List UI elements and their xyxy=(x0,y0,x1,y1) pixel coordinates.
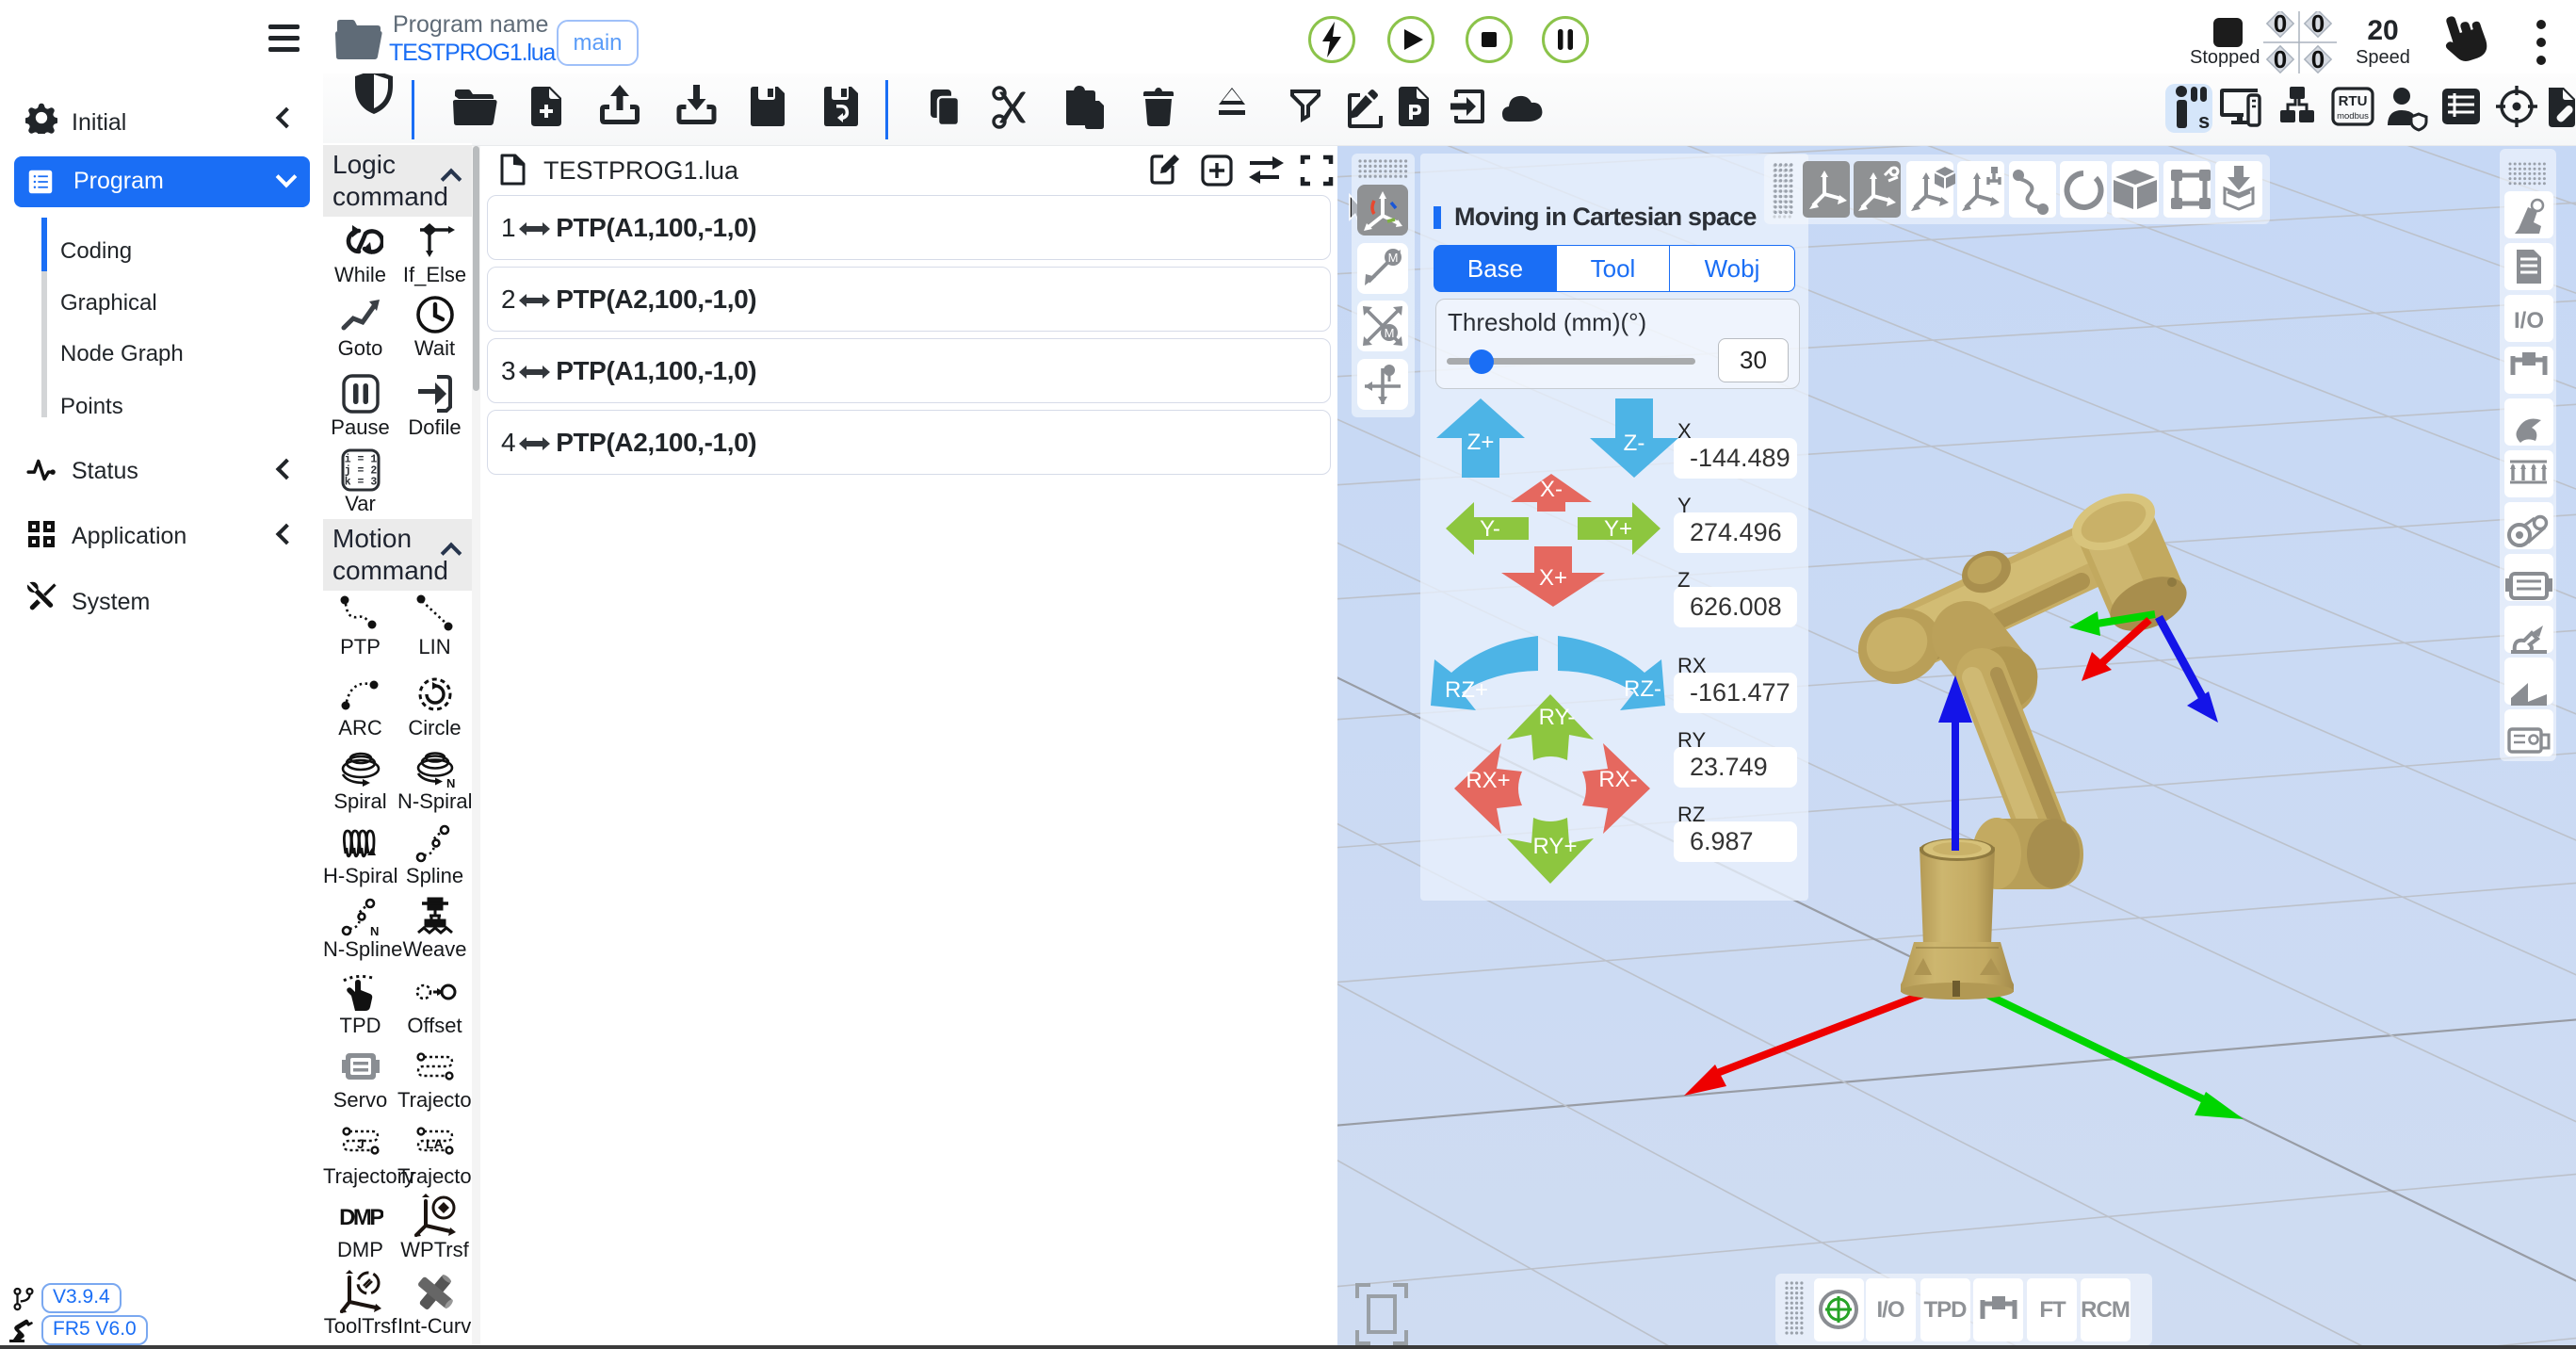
svg-text:DMP: DMP xyxy=(339,1205,383,1230)
svg-text:Z-: Z- xyxy=(1624,431,1645,456)
svg-text:X-: X- xyxy=(1540,477,1563,502)
svg-text:TPD: TPD xyxy=(1924,1297,1968,1323)
svg-text:RY+: RY+ xyxy=(1533,834,1578,859)
svg-text:RY-: RY- xyxy=(1539,705,1576,730)
svg-text:Y+: Y+ xyxy=(1604,516,1632,542)
svg-text:M: M xyxy=(1388,251,1399,265)
svg-text:Y-: Y- xyxy=(1480,516,1500,542)
svg-text:FT: FT xyxy=(2039,1297,2066,1323)
svg-text:s: s xyxy=(2198,109,2210,133)
svg-text:I/O: I/O xyxy=(2514,308,2544,333)
svg-text:RZ-: RZ- xyxy=(1624,676,1661,702)
svg-text:RCM: RCM xyxy=(2081,1297,2130,1323)
svg-text:I/O: I/O xyxy=(1876,1297,1904,1323)
svg-text:LA: LA xyxy=(426,1136,444,1151)
svg-text:Z+: Z+ xyxy=(1467,430,1495,455)
svg-text:N: N xyxy=(370,924,379,938)
svg-text:0: 0 xyxy=(2311,11,2325,38)
svg-text:0: 0 xyxy=(2311,45,2325,73)
svg-text:RZ+: RZ+ xyxy=(1445,677,1488,703)
svg-text:RX-: RX- xyxy=(1598,767,1637,792)
svg-text:N: N xyxy=(446,776,455,790)
svg-text:M: M xyxy=(1385,326,1395,340)
svg-text:k = 3: k = 3 xyxy=(344,477,377,489)
svg-text:RTU: RTU xyxy=(2339,93,2368,109)
svg-text:0: 0 xyxy=(2274,45,2287,73)
svg-text:RX+: RX+ xyxy=(1466,768,1510,793)
svg-text:J: J xyxy=(357,1136,365,1151)
svg-text:0: 0 xyxy=(2274,11,2287,38)
svg-text:X+: X+ xyxy=(1539,565,1567,591)
svg-text:modbus: modbus xyxy=(2337,111,2369,122)
